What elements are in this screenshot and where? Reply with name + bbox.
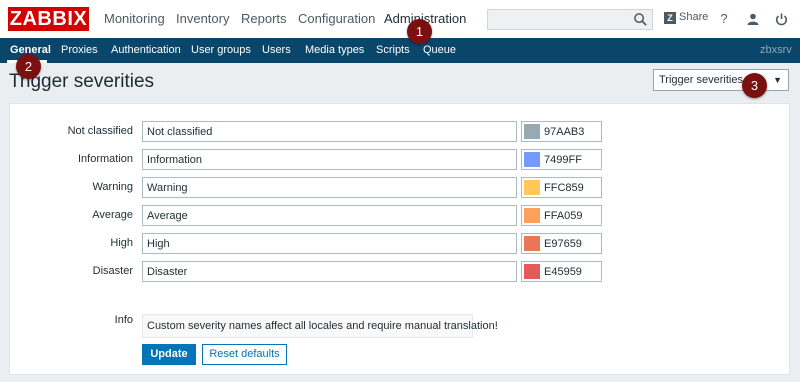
zabbix-logo[interactable]: ZABBIX xyxy=(8,7,89,31)
severity-label: Warning xyxy=(92,181,133,193)
severity-row: Not classified Not classified 97AAB3 xyxy=(10,121,791,142)
color-swatch[interactable] xyxy=(524,180,540,195)
page-selector-dropdown[interactable]: Trigger severities ▼ xyxy=(653,69,789,91)
subnav-media-types[interactable]: Media types xyxy=(305,44,364,56)
search-input[interactable] xyxy=(487,9,653,30)
severity-label: High xyxy=(110,237,133,249)
severity-name-input[interactable]: High xyxy=(142,233,517,254)
severity-row: Information Information 7499FF xyxy=(10,149,791,170)
severity-name-input[interactable]: Disaster xyxy=(142,261,517,282)
severity-row: Disaster Disaster E45959 xyxy=(10,261,791,282)
color-swatch[interactable] xyxy=(524,208,540,223)
color-swatch[interactable] xyxy=(524,152,540,167)
severity-name-input[interactable]: Not classified xyxy=(142,121,517,142)
severity-color-value: 7499FF xyxy=(544,154,582,166)
severity-color-picker[interactable]: E45959 xyxy=(521,261,602,282)
severity-label: Not classified xyxy=(67,125,133,137)
severity-color-picker[interactable]: FFA059 xyxy=(521,205,602,226)
user-profile-icon[interactable] xyxy=(744,10,762,28)
nav-inventory[interactable]: Inventory xyxy=(176,11,229,26)
nav-reports[interactable]: Reports xyxy=(241,11,287,26)
dropdown-arrow-icon: ▼ xyxy=(773,75,782,85)
severity-name-value: High xyxy=(147,238,170,250)
sub-nav: General Proxies Authentication User grou… xyxy=(0,38,800,63)
severity-color-value: 97AAB3 xyxy=(544,126,585,138)
share-label: Share xyxy=(679,11,709,23)
info-message: Custom severity names affect all locales… xyxy=(142,314,498,338)
subnav-authentication[interactable]: Authentication xyxy=(111,44,181,56)
severity-name-value: Average xyxy=(147,210,188,222)
info-text: Custom severity names affect all locales… xyxy=(147,320,498,332)
severities-form: Not classified Not classified 97AAB3 Inf… xyxy=(9,103,790,375)
callout-marker: 2 xyxy=(16,54,41,79)
severity-row: High High E97659 xyxy=(10,233,791,254)
severity-color-picker[interactable]: 97AAB3 xyxy=(521,121,602,142)
severity-label: Average xyxy=(92,209,133,221)
color-swatch[interactable] xyxy=(524,236,540,251)
severity-label: Information xyxy=(77,153,133,165)
severity-name-value: Warning xyxy=(147,182,188,194)
severity-color-value: E45959 xyxy=(544,266,582,278)
nav-monitoring[interactable]: Monitoring xyxy=(104,11,165,26)
help-icon[interactable]: ? xyxy=(715,10,733,28)
top-header: ZABBIX Monitoring Inventory Reports Conf… xyxy=(0,0,800,38)
severity-color-picker[interactable]: FFC859 xyxy=(521,177,602,198)
severity-color-picker[interactable]: E97659 xyxy=(521,233,602,254)
severity-row: Warning Warning FFC859 xyxy=(10,177,791,198)
server-name: zbxsrv xyxy=(760,44,792,56)
subnav-proxies[interactable]: Proxies xyxy=(61,44,98,56)
share-link[interactable]: Z Share xyxy=(664,11,708,24)
subnav-scripts[interactable]: Scripts xyxy=(376,44,410,56)
severity-name-value: Disaster xyxy=(147,266,188,278)
page-selector-value: Trigger severities xyxy=(659,74,743,86)
severity-color-picker[interactable]: 7499FF xyxy=(521,149,602,170)
severity-color-value: FFC859 xyxy=(544,182,584,194)
share-icon: Z xyxy=(664,12,676,24)
update-button[interactable]: Update xyxy=(142,344,196,365)
nav-configuration[interactable]: Configuration xyxy=(298,11,375,26)
callout-marker: 3 xyxy=(742,73,767,98)
severity-name-input[interactable]: Average xyxy=(142,205,517,226)
color-swatch[interactable] xyxy=(524,124,540,139)
info-label: Info xyxy=(114,314,133,326)
severity-row: Average Average FFA059 xyxy=(10,205,791,226)
severity-color-value: FFA059 xyxy=(544,210,583,222)
severity-color-value: E97659 xyxy=(544,238,582,250)
color-swatch[interactable] xyxy=(524,264,540,279)
subnav-user-groups[interactable]: User groups xyxy=(191,44,251,56)
severity-name-value: Information xyxy=(147,154,203,166)
severity-name-input[interactable]: Warning xyxy=(142,177,517,198)
severity-name-input[interactable]: Information xyxy=(142,149,517,170)
subnav-queue[interactable]: Queue xyxy=(423,44,456,56)
subnav-users[interactable]: Users xyxy=(262,44,291,56)
callout-marker: 1 xyxy=(407,19,432,44)
reset-defaults-button[interactable]: Reset defaults xyxy=(202,344,287,365)
severity-label: Disaster xyxy=(92,265,133,277)
search-icon[interactable] xyxy=(633,12,648,27)
severity-name-value: Not classified xyxy=(147,126,213,138)
sign-out-icon[interactable] xyxy=(772,10,790,28)
